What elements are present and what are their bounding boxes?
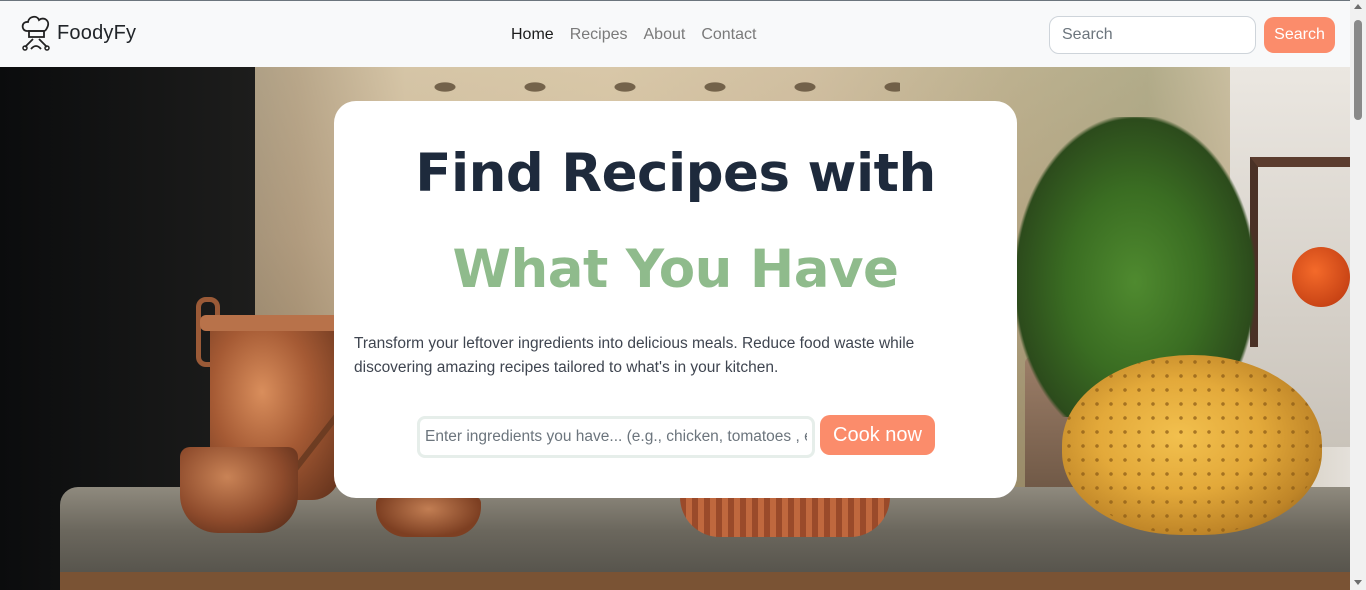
page-scrollbar[interactable] (1350, 0, 1366, 590)
brand-name: FoodyFy (57, 21, 137, 44)
durian-texture (1062, 355, 1322, 535)
copper-pan-image (180, 447, 298, 533)
hero-title: Find Recipes with (415, 143, 936, 204)
cook-now-button[interactable]: Cook now (820, 415, 935, 455)
nav-link-about[interactable]: About (636, 23, 694, 47)
ingredients-input[interactable] (417, 416, 815, 458)
hero-description: Transform your leftover ingredients into… (354, 335, 915, 376)
nav-link-contact[interactable]: Contact (693, 23, 764, 47)
nav-link-recipes[interactable]: Recipes (562, 23, 636, 47)
scroll-thumb[interactable] (1354, 20, 1362, 120)
nav-links: Home Recipes About Contact (503, 23, 764, 47)
navbar: FoodyFy Home Recipes About Contact Searc… (0, 0, 1350, 67)
copper-pot-rim-image (200, 315, 350, 331)
brand-link[interactable]: FoodyFy (19, 13, 136, 53)
search-button[interactable]: Search (1264, 17, 1335, 53)
basket-image (680, 497, 890, 537)
search-input[interactable] (1049, 16, 1256, 54)
chef-hat-icon (21, 15, 50, 51)
scroll-down-arrow-icon[interactable] (1354, 580, 1362, 585)
scroll-up-arrow-icon[interactable] (1354, 4, 1362, 9)
nav-link-home[interactable]: Home (503, 23, 562, 47)
tomato-image (1292, 247, 1350, 307)
copper-bowl-image (376, 497, 481, 537)
counter-edge-image (60, 572, 1350, 590)
hero-card: Find Recipes with What You Have Transfor… (334, 101, 1017, 498)
hero-title-accent: What You Have (452, 239, 899, 300)
